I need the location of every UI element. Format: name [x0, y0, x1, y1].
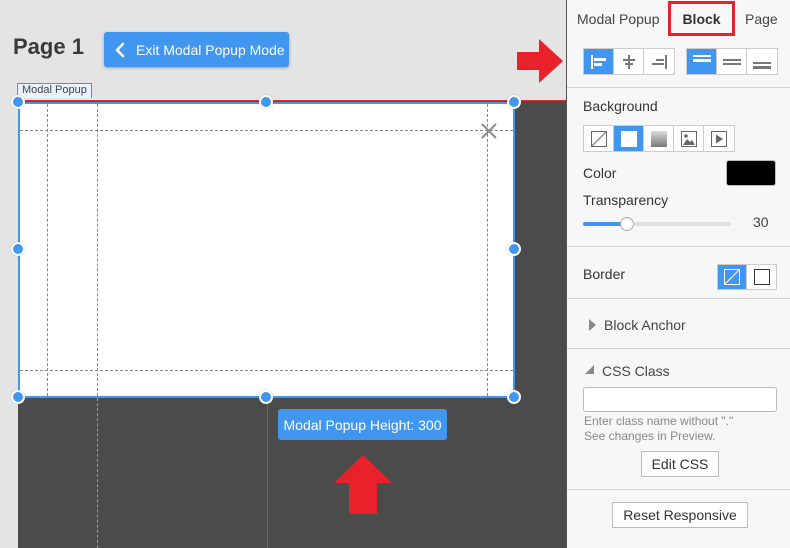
css-class-input[interactable]: [583, 387, 777, 412]
color-label: Color: [583, 165, 617, 181]
align-center-button[interactable]: [614, 49, 644, 74]
guide-line-dashed: [97, 104, 98, 396]
transparency-slider[interactable]: [583, 217, 731, 231]
align-bottom-button[interactable]: [747, 49, 777, 74]
caret-right-icon: [589, 319, 596, 331]
background-gradient-button[interactable]: [644, 126, 674, 151]
vertical-align-group: [686, 48, 778, 75]
align-middle-button[interactable]: [717, 49, 747, 74]
background-video-button[interactable]: [704, 126, 734, 151]
divider: [567, 348, 790, 349]
guide-line-red-horizontal: [18, 100, 566, 101]
background-type-group: [583, 125, 735, 152]
resize-handle-bottom-left[interactable]: [11, 390, 25, 404]
background-label: Background: [583, 98, 658, 114]
resize-handle-top-right[interactable]: [507, 95, 521, 109]
align-left-button[interactable]: [584, 49, 614, 74]
resize-handle-left[interactable]: [11, 242, 25, 256]
exit-modal-popup-mode-button[interactable]: Exit Modal Popup Mode: [104, 32, 289, 67]
divider: [567, 246, 790, 247]
chevron-left-icon: [115, 42, 125, 57]
transparency-value: 30: [753, 214, 769, 230]
align-middle-icon: [722, 58, 741, 65]
resize-handle-right[interactable]: [507, 242, 521, 256]
guide-line-dashed: [47, 104, 48, 396]
caret-down-icon: [585, 365, 594, 374]
close-icon[interactable]: [480, 122, 498, 140]
align-right-icon: [652, 54, 667, 69]
editor-canvas: Page 1 Exit Modal Popup Mode Modal Popup…: [0, 0, 566, 548]
divider: [567, 489, 790, 490]
slider-thumb[interactable]: [620, 217, 635, 231]
transparency-label: Transparency: [583, 192, 669, 208]
video-icon: [711, 130, 727, 147]
guide-line-dashed: [20, 370, 513, 371]
tab-block[interactable]: Block: [668, 1, 735, 36]
background-none-button[interactable]: [584, 126, 614, 151]
no-border-icon: [724, 269, 740, 285]
tab-page[interactable]: Page: [745, 11, 778, 27]
guide-line-dashed: [97, 398, 98, 548]
align-top-button[interactable]: [687, 49, 717, 74]
properties-panel: Modal Popup Block Page Background Color …: [566, 0, 790, 548]
resize-handle-top[interactable]: [259, 95, 273, 109]
align-center-icon: [622, 54, 635, 69]
align-top-icon: [692, 54, 711, 62]
tab-modal-popup[interactable]: Modal Popup: [577, 11, 660, 27]
css-class-toggle[interactable]: CSS Class: [585, 363, 670, 379]
background-image-button[interactable]: [674, 126, 704, 151]
annotation-arrow-up-icon: [334, 455, 392, 514]
solid-color-icon: [620, 130, 637, 147]
css-class-help-line2: See changes in Preview.: [584, 429, 716, 443]
css-class-label: CSS Class: [602, 363, 670, 379]
border-type-group: [717, 264, 777, 290]
border-box-button[interactable]: [747, 265, 776, 289]
background-solid-button[interactable]: [614, 126, 644, 151]
edit-css-button[interactable]: Edit CSS: [641, 451, 719, 477]
align-right-button[interactable]: [644, 49, 674, 74]
none-icon: [590, 130, 607, 147]
guide-line-dashed: [20, 130, 513, 131]
annotation-arrow-right-icon: [517, 39, 563, 83]
resize-handle-top-left[interactable]: [11, 95, 25, 109]
panel-tabs: Modal Popup Block Page: [567, 0, 790, 40]
modal-popup-label: Modal Popup: [17, 83, 92, 98]
guide-line-dashed: [487, 104, 488, 396]
color-swatch[interactable]: [726, 160, 776, 186]
horizontal-align-group: [583, 48, 675, 75]
block-anchor-toggle[interactable]: Block Anchor: [587, 317, 686, 333]
border-label: Border: [583, 266, 626, 282]
align-bottom-icon: [753, 61, 771, 69]
image-icon: [680, 130, 697, 147]
divider: [567, 298, 790, 299]
resize-handle-bottom[interactable]: [259, 390, 273, 404]
exit-button-label: Exit Modal Popup Mode: [136, 41, 285, 58]
gradient-icon: [650, 130, 667, 147]
guide-line-red-vertical: [267, 398, 268, 548]
height-tooltip: Modal Popup Height: 300: [278, 409, 447, 440]
page-title: Page 1: [13, 34, 84, 59]
align-left-icon: [590, 54, 606, 69]
border-none-button[interactable]: [718, 265, 747, 289]
resize-handle-bottom-right[interactable]: [507, 390, 521, 404]
border-box-icon: [753, 269, 770, 285]
block-anchor-label: Block Anchor: [604, 317, 686, 333]
divider: [567, 87, 790, 88]
reset-responsive-button[interactable]: Reset Responsive: [612, 502, 748, 528]
css-class-help-line1: Enter class name without ".": [584, 414, 734, 428]
modal-popup-block[interactable]: [18, 102, 515, 398]
